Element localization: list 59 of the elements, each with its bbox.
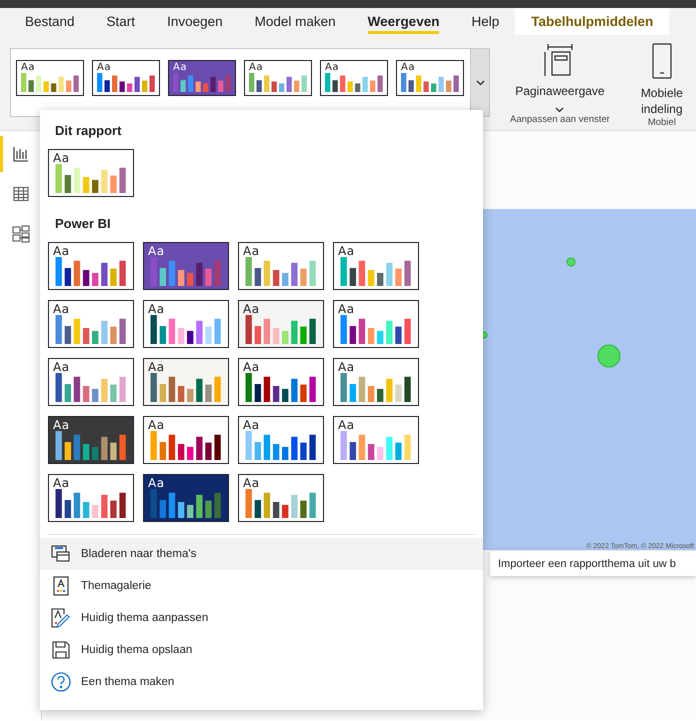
theme-thumbnail[interactable]: Aa [396, 60, 464, 96]
theme-thumbnail[interactable]: Aa [238, 358, 324, 406]
theme-thumbnail[interactable]: Aa [320, 60, 388, 96]
table-icon [12, 186, 28, 202]
ribbon-tab[interactable]: Invoegen [167, 8, 223, 35]
theme-thumbnail[interactable]: Aa [48, 242, 134, 290]
group-label: Mobiel [648, 117, 676, 130]
ribbon-tab[interactable]: Tabelhulpmiddelen [515, 8, 670, 35]
theme-thumbnail[interactable]: Aa [333, 416, 419, 464]
phone-icon [650, 43, 673, 79]
theme-thumbnail[interactable]: Aa [143, 242, 229, 290]
theme-thumbnail[interactable]: Aa [143, 300, 229, 348]
menu-item[interactable]: Een thema maken [40, 666, 483, 698]
browse-icon [51, 545, 71, 563]
bubble-marker [598, 344, 620, 368]
theme-thumbnail[interactable]: Aa [48, 149, 134, 197]
theme-thumbnail[interactable]: Aa [238, 242, 324, 290]
theme-thumbnail[interactable]: Aa [143, 474, 229, 522]
theme-thumbnail[interactable]: Aa [143, 358, 229, 406]
theme-thumbnail[interactable]: Aa [333, 358, 419, 406]
theme-thumbnail[interactable]: Aa [244, 60, 312, 96]
theme-document-icon [53, 576, 69, 596]
help-icon [51, 672, 71, 692]
edit-theme-icon [51, 608, 71, 628]
theme-thumbnail[interactable]: Aa [48, 300, 134, 348]
ribbon-tab[interactable]: Model maken [254, 8, 336, 35]
theme-thumbnail[interactable]: Aa [92, 60, 160, 96]
theme-thumbnail[interactable]: Aa [48, 358, 134, 406]
bubble-marker [482, 332, 488, 338]
tooltip: Importeer een rapportthema uit uw b [490, 551, 696, 576]
chevron-down-icon [555, 106, 564, 113]
theme-thumbnail[interactable]: Aa [238, 300, 324, 348]
ribbon-tab[interactable]: Weergeven [368, 8, 440, 35]
section-heading: Power BI [55, 215, 112, 233]
ribbon-tab[interactable]: Start [106, 8, 136, 35]
theme-thumbnail[interactable]: Aa [16, 60, 84, 96]
theme-thumbnail[interactable]: Aa [48, 474, 134, 522]
theme-thumbnail[interactable]: Aa [238, 474, 324, 522]
theme-thumbnail[interactable]: Aa [143, 416, 229, 464]
section-heading: Dit rapport [55, 122, 122, 140]
bar-chart-icon [12, 146, 28, 162]
bubble-marker [566, 258, 576, 266]
ribbon-tab[interactable]: Bestand [25, 8, 75, 35]
mobile-button[interactable]: Mobiele indeling [636, 43, 688, 118]
theme-thumbnail[interactable]: Aa [168, 60, 236, 96]
menu-item[interactable]: Huidig thema opslaan [40, 634, 483, 666]
theme-thumbnail[interactable]: Aa [48, 416, 134, 464]
group-label: Aanpassen aan venster [510, 114, 610, 127]
model-icon [12, 225, 30, 243]
menu-item[interactable]: Themagalerie [40, 570, 483, 602]
menu-item[interactable]: Bladeren naar thema's [40, 538, 483, 570]
theme-thumbnail[interactable]: Aa [333, 242, 419, 290]
page-view-button[interactable]: Paginaweergave [514, 43, 606, 114]
menu-item[interactable]: Huidig thema aanpassen [40, 602, 483, 634]
theme-thumbnail[interactable]: Aa [333, 300, 419, 348]
chevron-down-icon [476, 80, 484, 86]
save-icon [52, 641, 70, 659]
theme-thumbnail[interactable]: Aa [238, 416, 324, 464]
ribbon-tab[interactable]: Help [471, 8, 500, 35]
